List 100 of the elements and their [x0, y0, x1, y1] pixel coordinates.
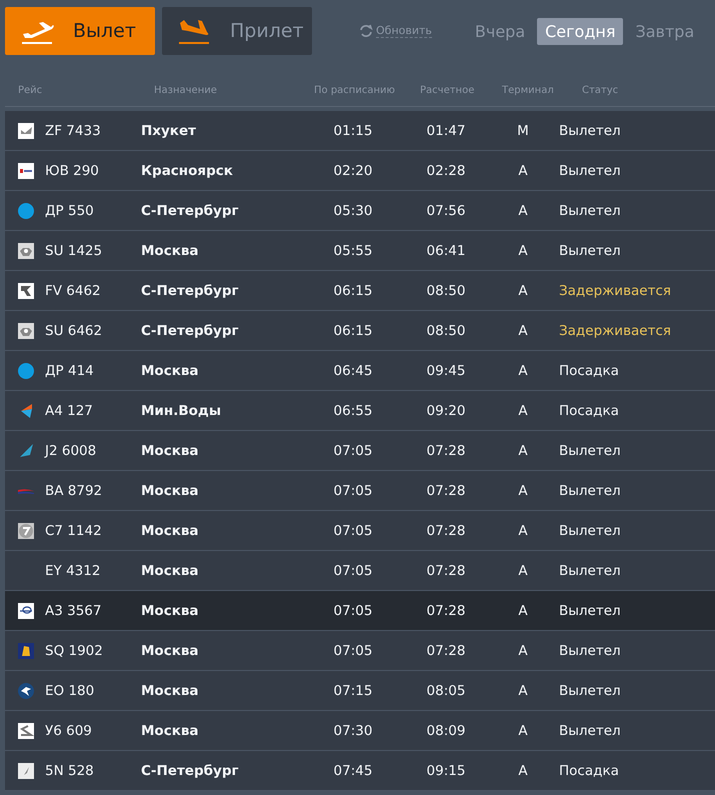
estimated-time: 08:05: [426, 682, 466, 698]
flight-number: ДР 550: [45, 202, 95, 218]
flight-number: BA 8792: [45, 482, 104, 498]
flight-number: ZF 7433: [45, 122, 102, 138]
scheduled-time: 06:15: [332, 282, 374, 298]
scheduled-time: 07:05: [332, 602, 374, 618]
flight-number: SQ 1902: [45, 642, 104, 658]
flight-row[interactable]: ЮВ 290 Красноярск 02:20 02:28 A Вылетел: [5, 151, 715, 191]
airline-logo-icon: [18, 488, 34, 494]
flight-row[interactable]: SU 6462 С-Петербург 06:15 08:50 A Задерживается: [5, 311, 715, 351]
flight-number: EY 4312: [45, 562, 102, 578]
airline-logo-icon: [18, 362, 34, 378]
airline-logo-icon: [18, 442, 34, 458]
estimated-time: 09:15: [426, 762, 466, 778]
flight-number: SU 1425: [45, 242, 104, 258]
flight-number: J2 6008: [45, 442, 98, 458]
flight-number: EO 180: [45, 682, 96, 698]
destination: С-Петербург: [141, 762, 240, 778]
flight-status: Посадка: [559, 762, 620, 778]
flight-row[interactable]: A3 3567 Москва 07:05 07:28 A Вылетел: [5, 591, 715, 631]
flight-row[interactable]: A4 127 Мин.Воды 06:55 09:20 A Посадка: [5, 391, 715, 431]
scheduled-time: 07:05: [332, 482, 374, 498]
estimated-time: 07:56: [426, 202, 466, 218]
flight-row[interactable]: 5N 528 С-Петербург 07:45 09:15 A Посадка: [5, 751, 715, 791]
flight-row[interactable]: ДР 550 С-Петербург 05:30 07:56 A Вылетел: [5, 191, 715, 231]
flight-status: Вылетел: [559, 642, 622, 658]
airline-logo-icon: [18, 202, 34, 218]
airline-logo-icon: [18, 762, 34, 778]
scheduled-time: 02:20: [332, 162, 374, 178]
estimated-time: 01:47: [426, 122, 466, 138]
terminal: M: [516, 122, 530, 138]
airline-logo-icon: [18, 602, 34, 618]
flight-row[interactable]: ZF 7433 Пхукет 01:15 01:47 M Вылетел: [5, 111, 715, 151]
flight-row[interactable]: FV 6462 С-Петербург 06:15 08:50 A Задерживается: [5, 271, 715, 311]
column-header: Расчетное: [420, 85, 476, 98]
flight-number: FV 6462: [45, 282, 102, 298]
airline-logo-icon: [18, 322, 34, 338]
destination: Мин.Воды: [141, 402, 222, 418]
terminal: A: [517, 282, 529, 298]
flight-status: Задерживается: [559, 282, 672, 298]
flight-status: Вылетел: [559, 202, 622, 218]
flight-row[interactable]: EY 4312 Москва 07:05 07:28 A Вылетел: [5, 551, 715, 591]
flight-status: Вылетел: [559, 722, 622, 738]
flight-status: Посадка: [559, 362, 620, 378]
estimated-time: 09:20: [426, 402, 466, 418]
destination: Красноярск: [141, 162, 234, 178]
flight-status: Вылетел: [559, 162, 622, 178]
airline-logo-icon: [18, 722, 34, 738]
flight-row[interactable]: EO 180 Москва 07:15 08:05 A Вылетел: [5, 671, 715, 711]
flight-row[interactable]: У6 609 Москва 07:30 08:09 A Вылетел: [5, 711, 715, 751]
scheduled-time: 06:15: [332, 322, 374, 338]
destination: Москва: [141, 682, 200, 698]
destination: Москва: [141, 522, 200, 538]
terminal: A: [517, 722, 529, 738]
flight-number: SU 6462: [45, 322, 104, 338]
flight-status: Вылетел: [559, 562, 622, 578]
landing-icon: [176, 17, 212, 45]
terminal: A: [517, 442, 529, 458]
flight-number: A3 3567: [45, 602, 102, 618]
terminal: A: [517, 482, 529, 498]
airline-logo-icon: [18, 162, 34, 178]
scheduled-time: 06:55: [332, 402, 374, 418]
estimated-time: 07:28: [426, 442, 466, 458]
flight-number: A4 127: [45, 402, 94, 418]
direction-tab[interactable]: Вылет: [5, 7, 155, 55]
scheduled-time: 07:05: [332, 522, 374, 538]
terminal: A: [517, 762, 529, 778]
flight-row[interactable]: SU 1425 Москва 05:55 06:41 A Вылетел: [5, 231, 715, 271]
flight-row[interactable]: BA 8792 Москва 07:05 07:28 A Вылетел: [5, 471, 715, 511]
destination: С-Петербург: [141, 322, 240, 338]
estimated-time: 07:28: [426, 602, 466, 618]
flight-status: Вылетел: [559, 522, 622, 538]
airline-logo-icon: [18, 122, 34, 138]
flight-status: Вылетел: [559, 682, 622, 698]
flight-row[interactable]: C7 1142 Москва 07:05 07:28 A Вылетел: [5, 511, 715, 551]
flight-status: Вылетел: [559, 602, 622, 618]
flight-status: Задерживается: [559, 322, 672, 338]
estimated-time: 08:50: [426, 282, 466, 298]
destination: Москва: [141, 642, 200, 658]
terminal: A: [517, 402, 529, 418]
destination: Москва: [141, 722, 200, 738]
estimated-time: 07:28: [426, 562, 466, 578]
airline-logo-icon: [18, 642, 34, 658]
terminal: A: [517, 642, 529, 658]
scheduled-time: 07:45: [332, 762, 374, 778]
direction-tab[interactable]: Прилет: [162, 7, 312, 55]
column-header: Назначение: [154, 85, 218, 98]
destination: Москва: [141, 362, 200, 378]
flight-row[interactable]: J2 6008 Москва 07:05 07:28 A Вылетел: [5, 431, 715, 471]
flight-row[interactable]: ДР 414 Москва 06:45 09:45 A Посадка: [5, 351, 715, 391]
estimated-time: 06:41: [426, 242, 466, 258]
estimated-time: 07:28: [426, 642, 466, 658]
flight-status: Вылетел: [559, 242, 622, 258]
flight-number: C7 1142: [45, 522, 103, 538]
destination: Москва: [141, 242, 200, 258]
terminal: A: [517, 602, 529, 618]
estimated-time: 08:09: [426, 722, 466, 738]
column-header: По расписанию: [314, 85, 396, 98]
flight-row[interactable]: SQ 1902 Москва 07:05 07:28 A Вылетел: [5, 631, 715, 671]
flight-number: У6 609: [45, 722, 93, 738]
